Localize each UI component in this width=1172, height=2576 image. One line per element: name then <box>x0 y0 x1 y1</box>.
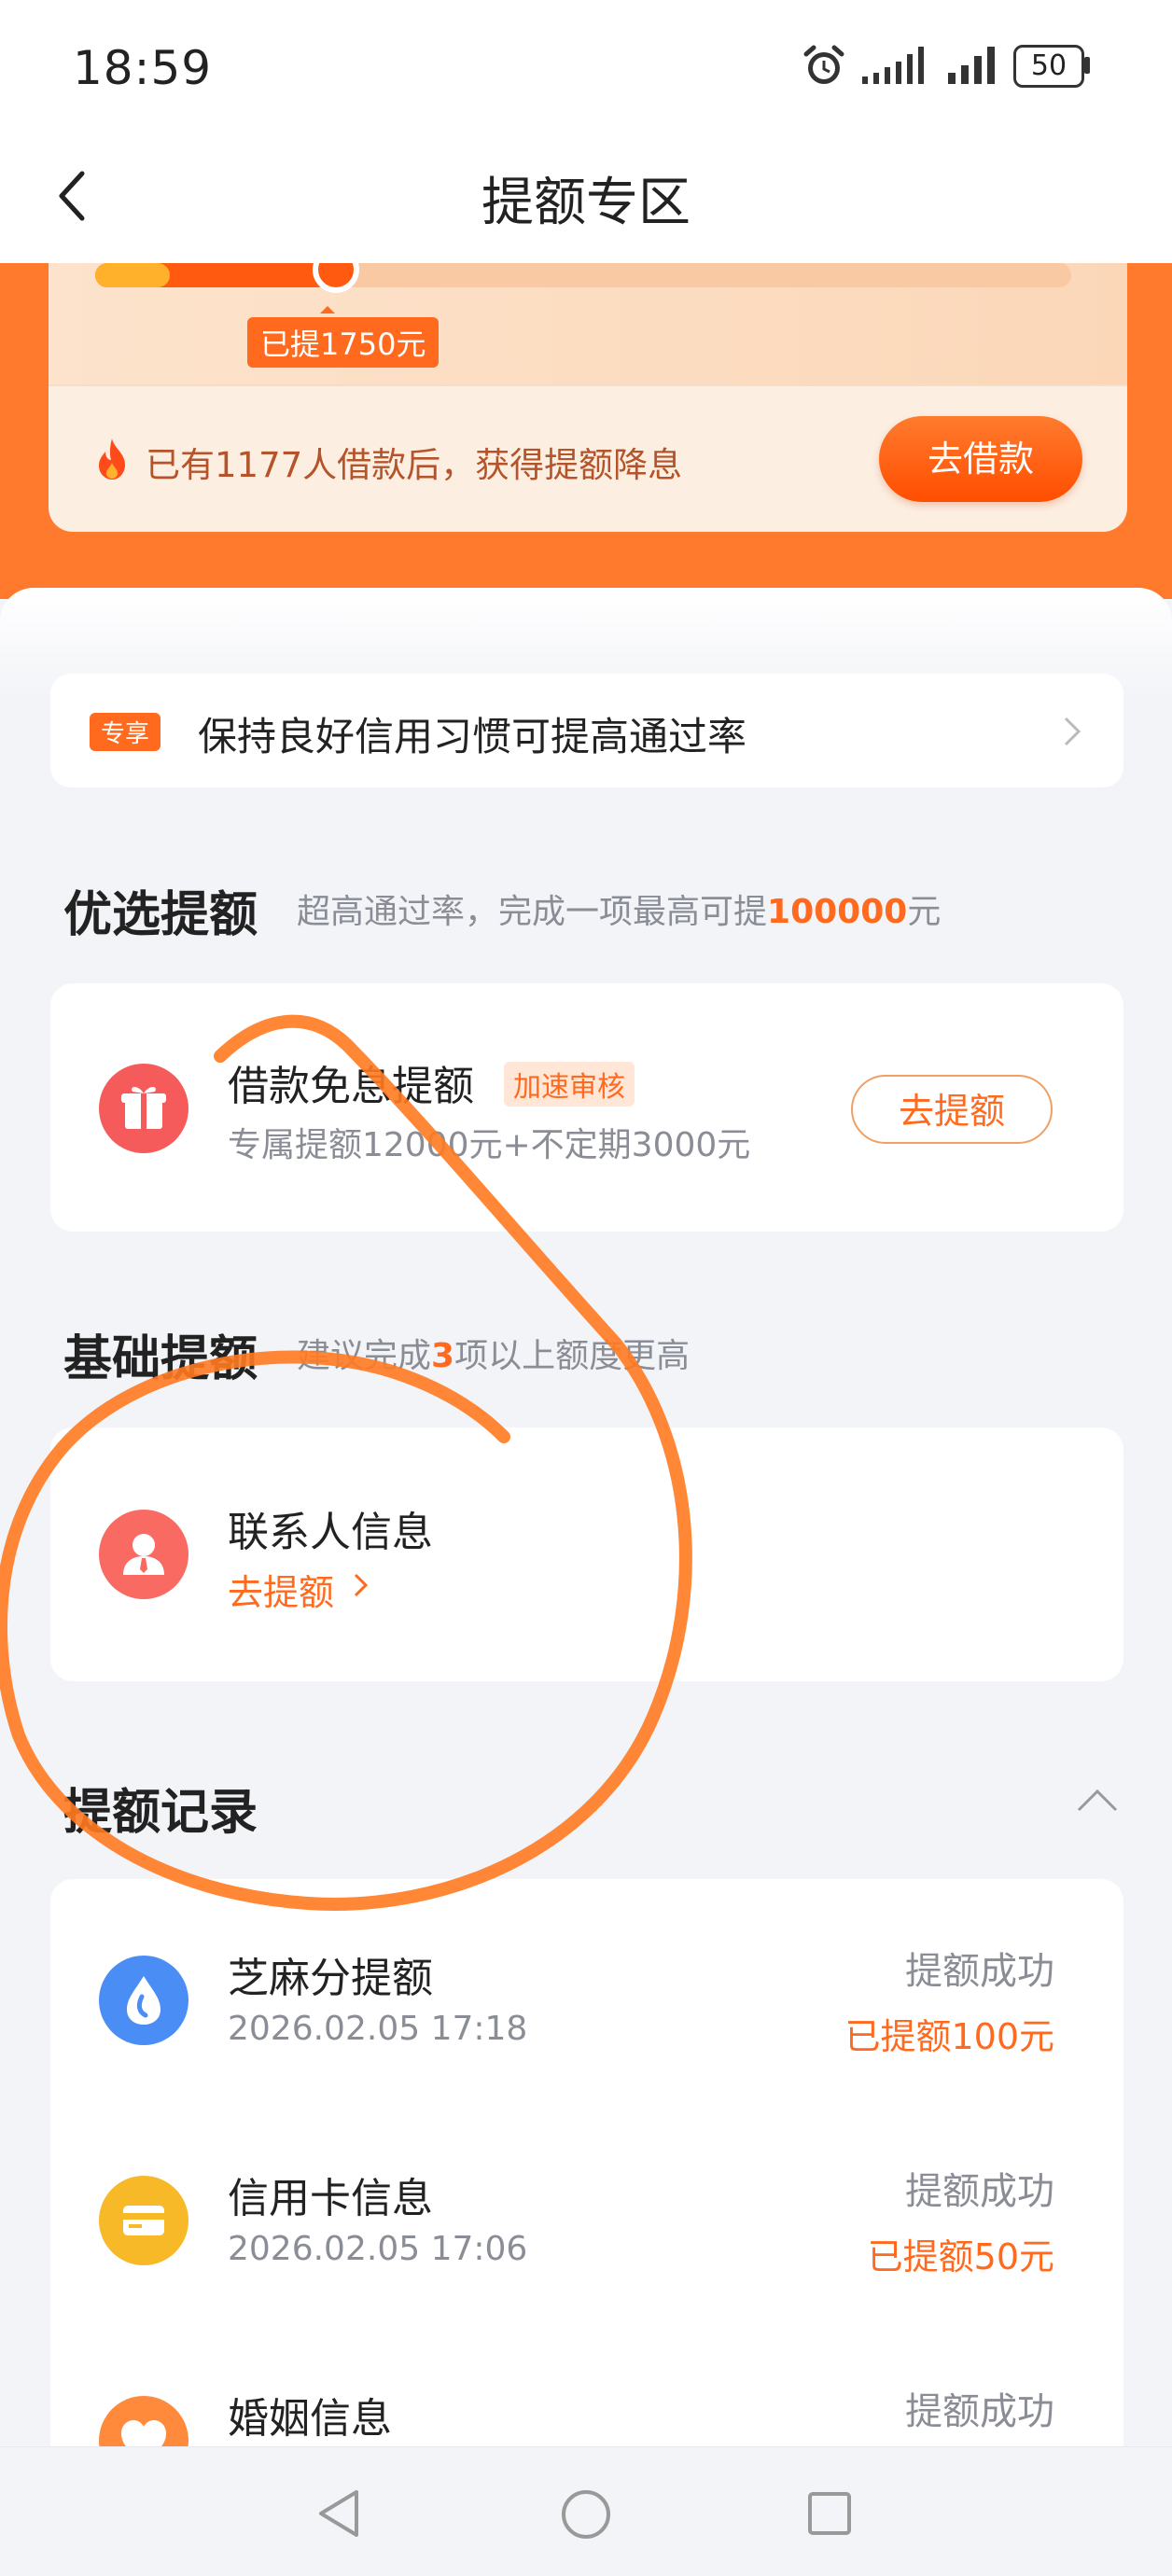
preferred-raise-button[interactable]: 去提额 <box>851 1075 1053 1144</box>
list-item[interactable]: 信用卡信息 2026.02.05 17:06 提额成功 已提额50元 <box>50 2099 1123 2319</box>
tip-text: 保持良好信用习惯可提高通过率 <box>198 714 747 759</box>
record-date: 2026.02.05 17:06 <box>228 2230 528 2268</box>
credit-tip-banner[interactable]: 专享 保持良好信用习惯可提高通过率 <box>50 674 1123 787</box>
hero-card: 已提1750元 已有1177人借款后，获得提额降息 去借款 <box>49 263 1127 532</box>
preferred-limit-card: 借款免息提额 加速审核 专属提额12000元+不定期3000元 去提额 <box>50 983 1123 1232</box>
section-subtitle-preferred: 超高通过率，完成一项最高可提100000元 <box>297 893 942 931</box>
contact-icon <box>99 1510 188 1599</box>
hero-note: 已有1177人借款后，获得提额降息 <box>146 445 683 485</box>
nav-back-icon[interactable] <box>315 2488 362 2539</box>
section-title-records: 提额记录 <box>63 1785 258 1841</box>
record-name: 婚姻信息 <box>228 2395 392 2443</box>
battery-level: 50 <box>1013 45 1084 88</box>
limit-progress-bar: 已提1750元 <box>95 263 1071 368</box>
section-subtitle-basic: 建议完成3项以上额度更高 <box>297 1337 691 1375</box>
contact-raise-link[interactable]: 去提额 <box>228 1564 334 1615</box>
system-nav-bar <box>0 2446 1172 2576</box>
battery-icon: 50 <box>1013 45 1092 88</box>
preferred-item-desc: 专属提额12000元+不定期3000元 <box>228 1126 751 1164</box>
speed-review-badge: 加速审核 <box>504 1062 635 1107</box>
record-name: 信用卡信息 <box>228 2175 433 2222</box>
exclusive-tag: 专享 <box>90 713 161 751</box>
status-clock: 18:59 <box>73 41 213 95</box>
cell-signal-icon-2 <box>948 47 995 84</box>
record-status: 提额成功 <box>905 2170 1054 2213</box>
progress-label: 已提1750元 <box>247 306 440 368</box>
record-status: 提额成功 <box>905 1950 1054 1993</box>
gift-icon <box>99 1064 188 1153</box>
cell-signal-icon <box>862 47 924 84</box>
section-title-preferred: 优选提额 <box>63 887 258 943</box>
chevron-up-icon[interactable] <box>1075 1786 1120 1816</box>
fire-icon <box>99 439 125 480</box>
chevron-right-icon <box>354 1573 369 1597</box>
basic-limit-card[interactable]: 联系人信息 去提额 <box>50 1427 1123 1681</box>
sesame-icon <box>99 1956 188 2045</box>
borrow-button[interactable]: 去借款 <box>879 416 1082 502</box>
section-title-basic: 基础提额 <box>63 1331 258 1387</box>
progress-knob <box>313 263 360 293</box>
record-status: 提额成功 <box>905 2390 1054 2433</box>
preferred-item-title: 借款免息提额 <box>228 1063 474 1110</box>
contact-info-title: 联系人信息 <box>228 1509 433 1556</box>
chevron-right-icon <box>1064 717 1081 746</box>
record-amount: 已提额100元 <box>844 2016 1054 2057</box>
nav-home-icon[interactable] <box>560 2488 612 2541</box>
page-title: 提额专区 <box>481 173 691 233</box>
record-date: 2026.02.05 17:18 <box>228 2010 528 2048</box>
alarm-icon <box>803 45 844 84</box>
credit-card-icon <box>99 2176 188 2265</box>
list-item[interactable]: 芝麻分提额 2026.02.05 17:18 提额成功 已提额100元 <box>50 1879 1123 2099</box>
record-name: 芝麻分提额 <box>228 1955 433 2002</box>
record-amount: 已提额50元 <box>867 2236 1054 2277</box>
nav-recents-icon[interactable] <box>806 2490 853 2537</box>
